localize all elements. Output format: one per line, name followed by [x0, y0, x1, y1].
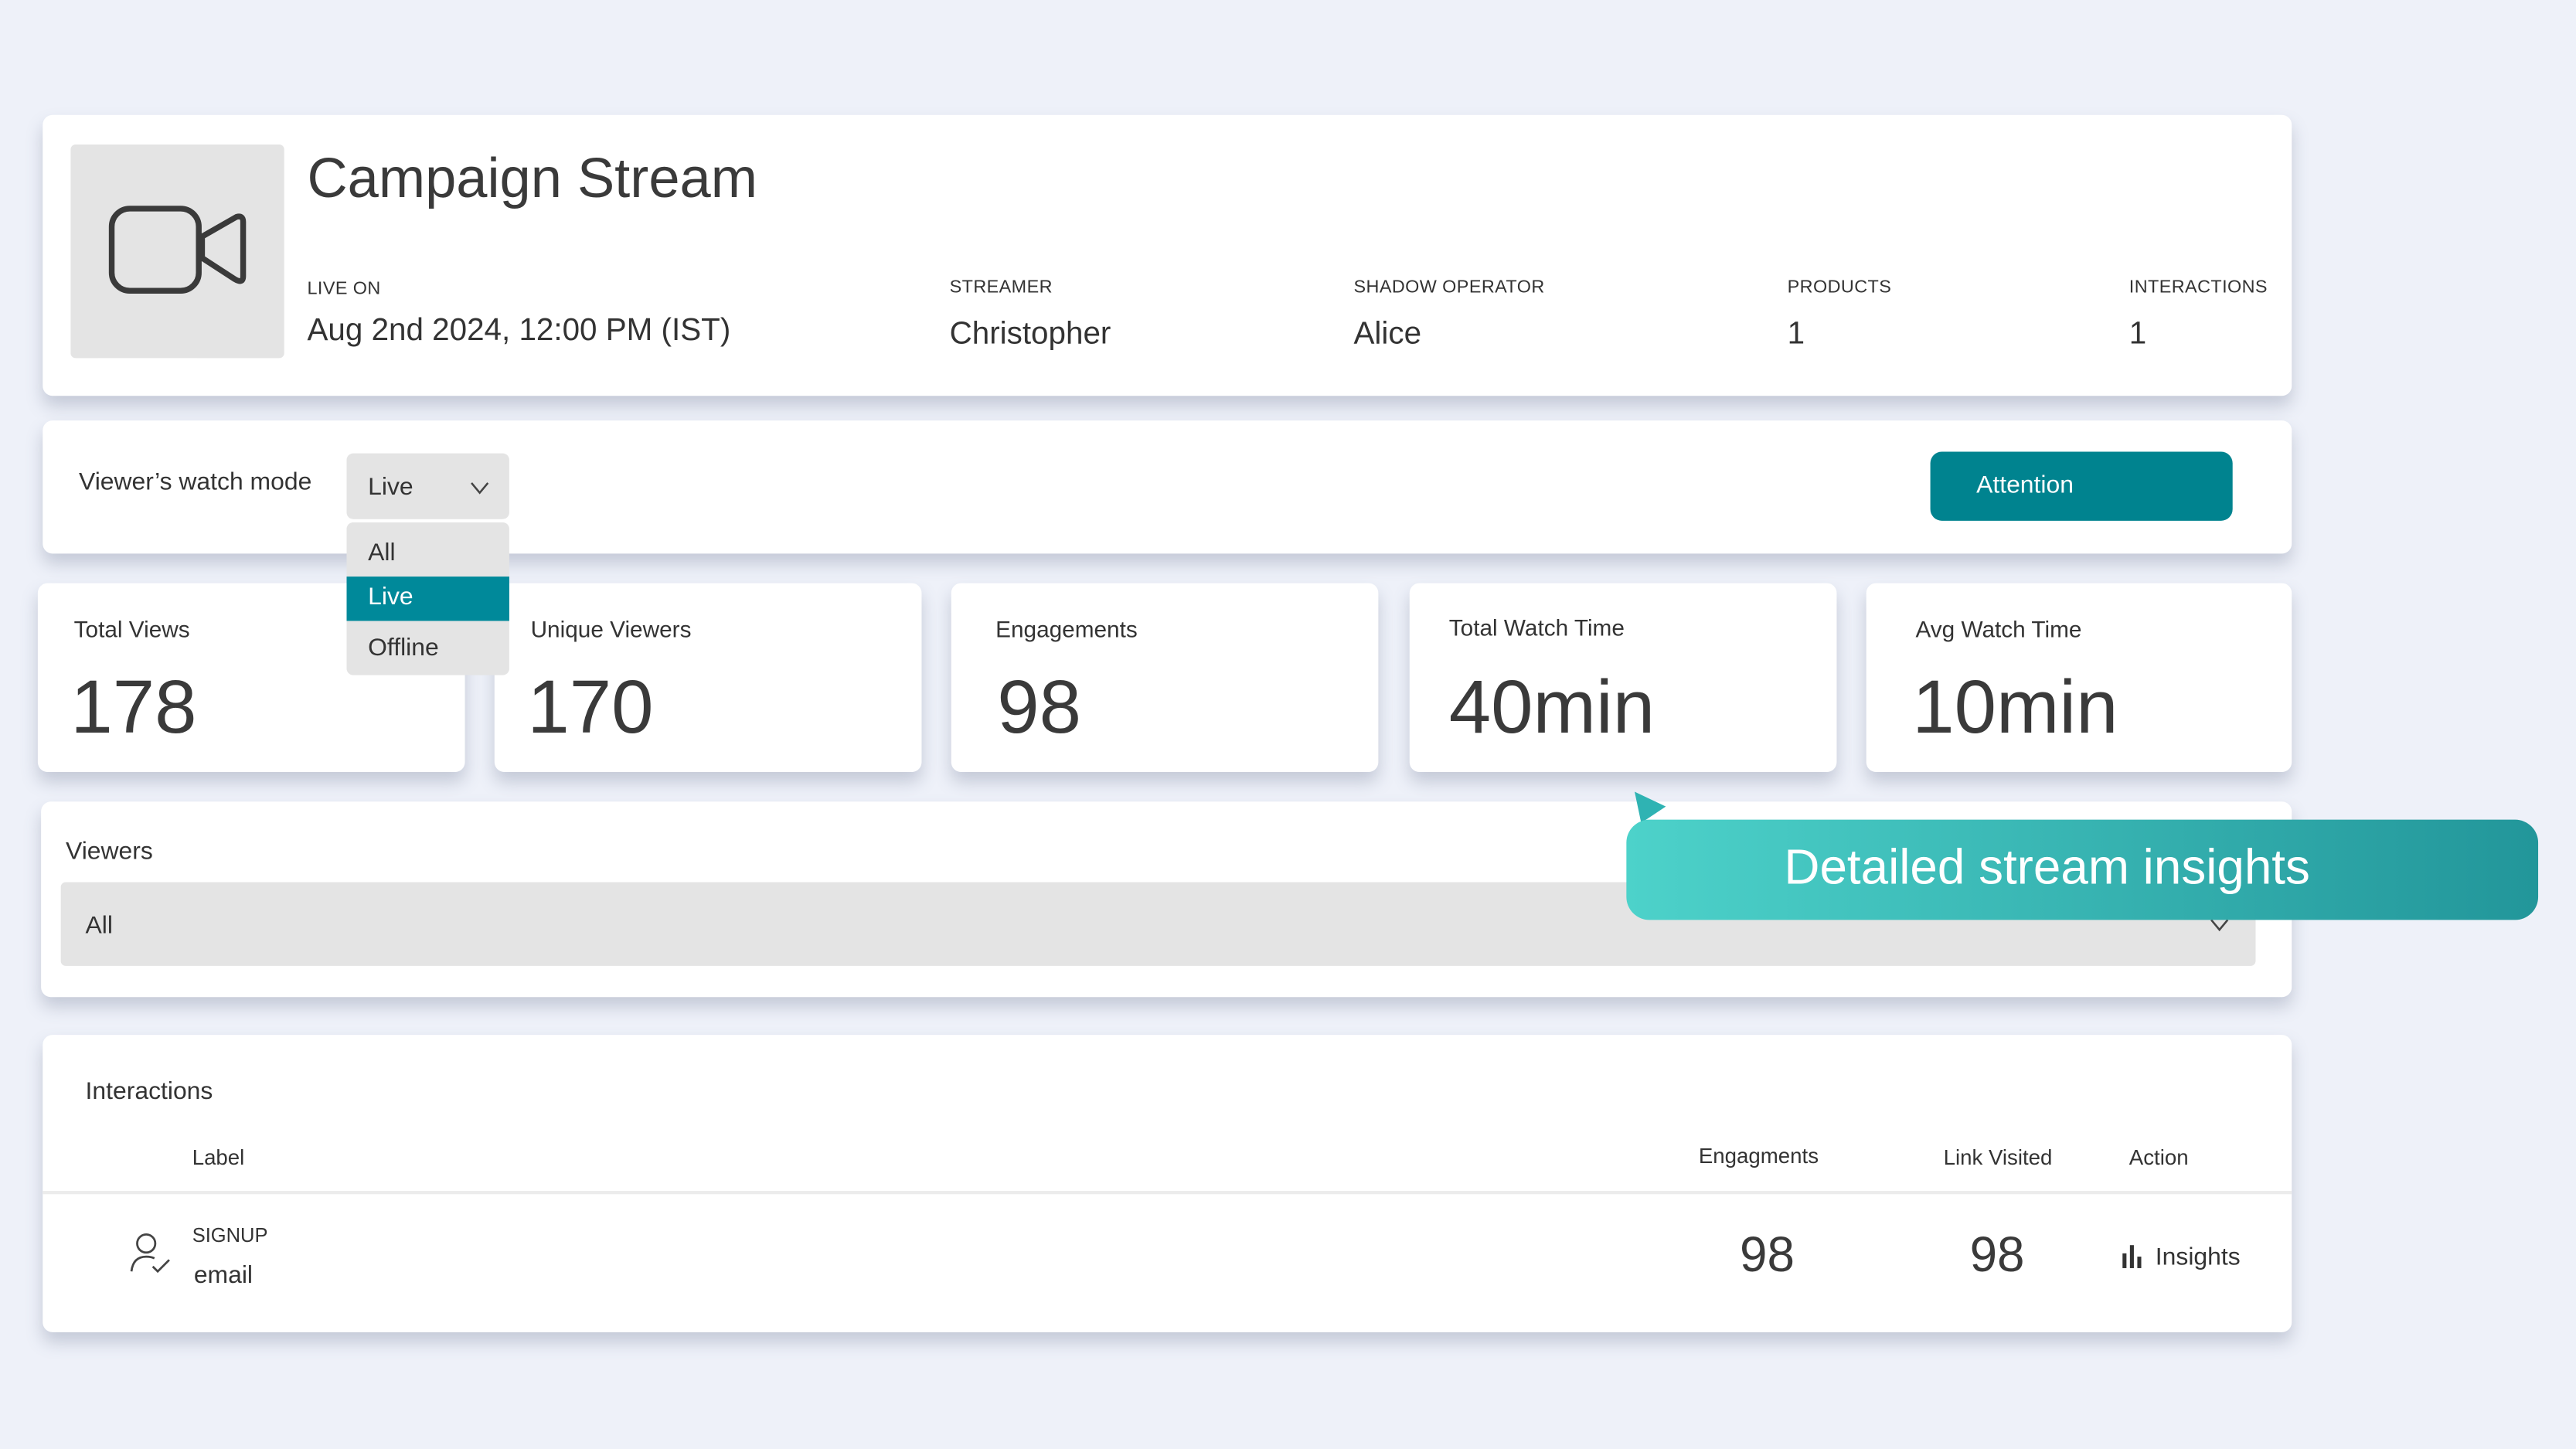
stat-value: 178: [70, 663, 197, 750]
shadow-operator-label: SHADOW OPERATOR: [1353, 277, 1545, 298]
page-title: Campaign Stream: [307, 148, 757, 211]
option-offline[interactable]: Offline: [347, 634, 509, 670]
stat-avg-watch-time: Avg Watch Time 10min: [1866, 583, 2292, 773]
stat-value: 10min: [1912, 663, 2118, 750]
user-check-icon: [130, 1233, 170, 1274]
column-header-engagements: Engagments: [1698, 1143, 1819, 1168]
video-camera-icon: [108, 206, 247, 294]
table-row: SIGNUP email 98 98 Insights: [43, 1199, 2292, 1315]
interactions-value: 1: [2129, 317, 2147, 352]
products-value: 1: [1787, 317, 1805, 352]
stream-thumbnail: [70, 145, 284, 359]
streamer-label: STREAMER: [949, 277, 1053, 298]
stat-label: Total Views: [73, 616, 190, 643]
watch-mode-dropdown: All Live Offline: [346, 522, 509, 675]
interactions-label: INTERACTIONS: [2129, 277, 2268, 298]
live-on-value: Aug 2nd 2024, 12:00 PM (IST): [307, 313, 731, 349]
chevron-down-icon: [2210, 919, 2229, 932]
stream-header-card: Campaign Stream LIVE ON Aug 2nd 2024, 12…: [43, 114, 2292, 396]
watch-mode-label: Viewer’s watch mode: [79, 468, 312, 496]
viewers-selected: All: [85, 911, 113, 940]
option-all[interactable]: All: [347, 539, 509, 575]
callout-text: Detailed stream insights: [1784, 841, 2310, 896]
interactions-card: Interactions Label Engagments Link Visit…: [43, 1035, 2292, 1332]
header-divider: [43, 1191, 2292, 1195]
attention-button[interactable]: Attention: [1930, 451, 2233, 521]
column-header-action: Action: [2129, 1145, 2189, 1170]
shadow-operator-value: Alice: [1353, 317, 1422, 352]
streamer-value: Christopher: [949, 317, 1111, 352]
stat-engagements: Engagements 98: [951, 583, 1379, 773]
insights-label: Insights: [2155, 1243, 2241, 1272]
column-header-link-visited: Link Visited: [1943, 1145, 2053, 1170]
option-live[interactable]: Live: [346, 577, 509, 621]
products-label: PRODUCTS: [1787, 277, 1892, 298]
interaction-engagements: 98: [1740, 1228, 1795, 1284]
interaction-link-visited: 98: [1969, 1228, 2025, 1284]
stat-label: Engagements: [995, 616, 1138, 643]
live-on-label: LIVE ON: [307, 279, 381, 299]
stat-value: 170: [527, 663, 654, 750]
stat-value: 40min: [1448, 663, 1656, 750]
column-header-label: Label: [192, 1145, 245, 1170]
interaction-label: email: [193, 1261, 254, 1290]
stat-total-watch-time: Total Watch Time 40min: [1409, 583, 1837, 773]
callout-banner: Detailed stream insights: [1626, 819, 2539, 920]
stat-label: Avg Watch Time: [1915, 616, 2082, 643]
interactions-title: Interactions: [85, 1077, 213, 1106]
interaction-type: SIGNUP: [192, 1223, 268, 1247]
watch-mode-selected: Live: [368, 473, 413, 502]
viewers-label: Viewers: [66, 838, 153, 866]
watch-mode-select[interactable]: Live: [346, 453, 509, 519]
stat-value: 98: [997, 663, 1082, 750]
stat-label: Unique Viewers: [530, 616, 692, 643]
bar-chart-icon: [2122, 1245, 2142, 1268]
chevron-down-icon: [471, 482, 489, 495]
stat-unique-viewers: Unique Viewers 170: [494, 583, 922, 773]
stat-label: Total Watch Time: [1448, 614, 1625, 641]
insights-button[interactable]: Insights: [2121, 1242, 2261, 1278]
